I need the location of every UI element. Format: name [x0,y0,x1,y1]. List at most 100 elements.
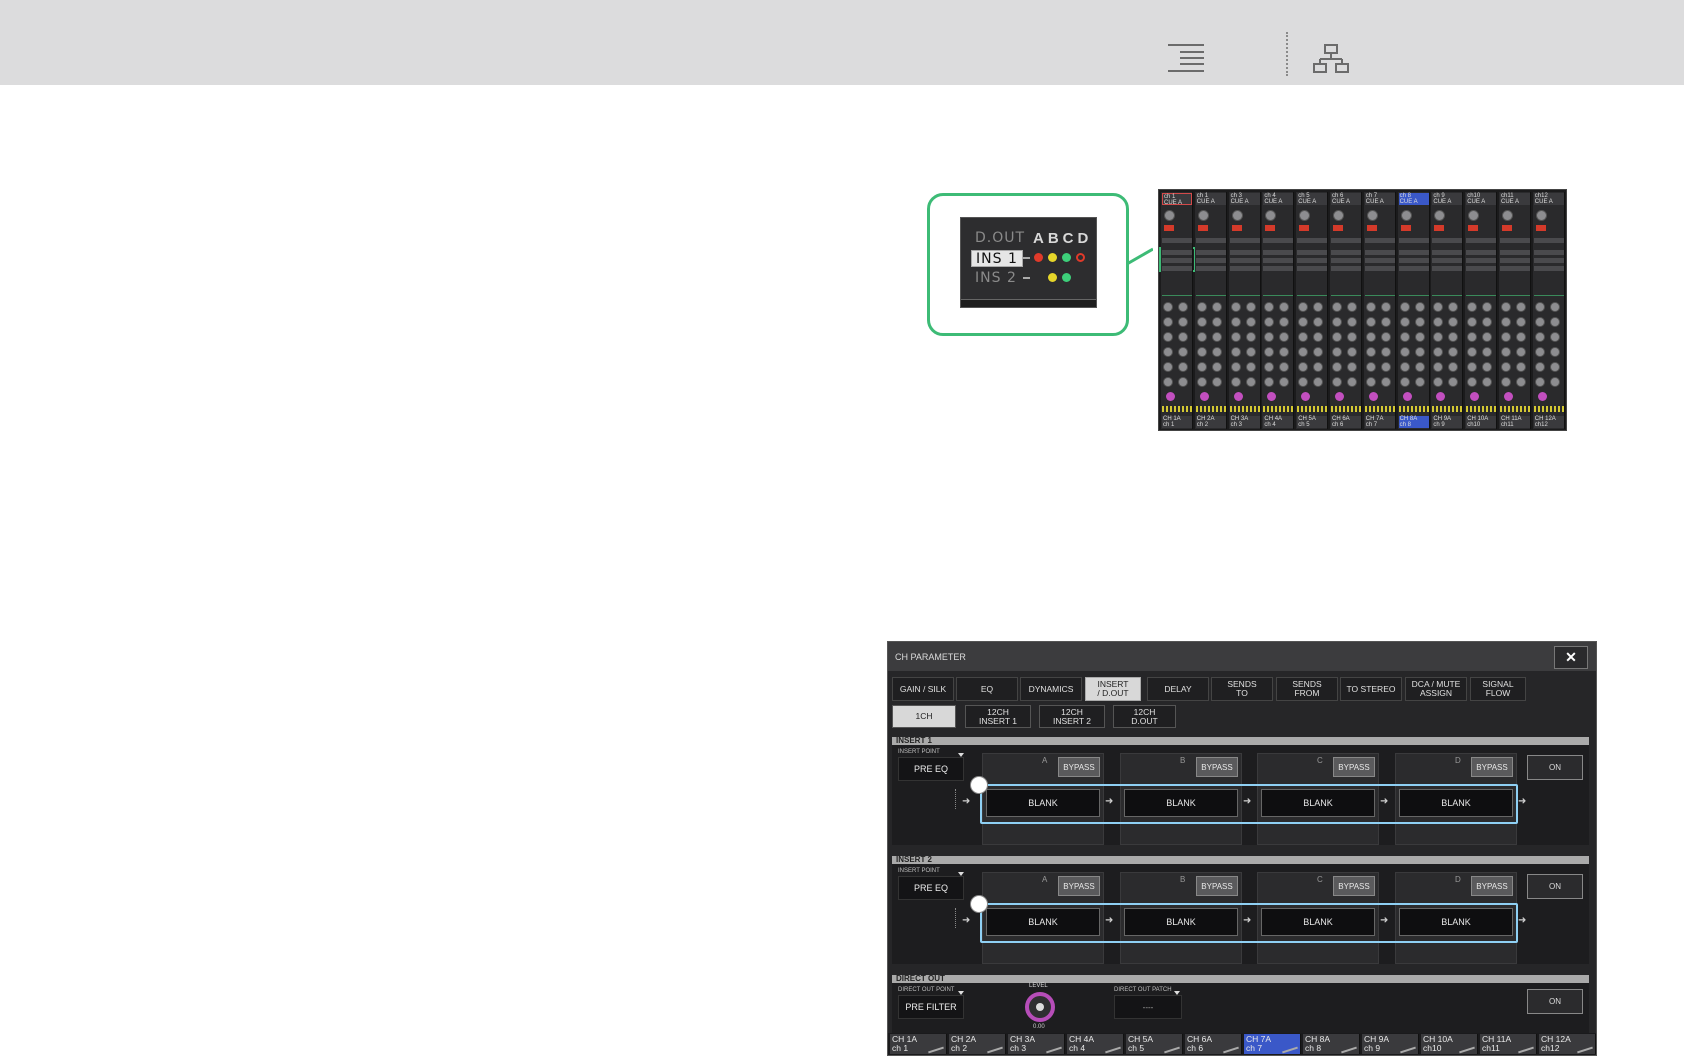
insert-indicator [1533,258,1564,263]
send-knob [1178,332,1188,342]
subtab-0[interactable]: 1CH [892,705,956,728]
mixer-strip[interactable]: ch 6 CUE A CH 6A ch 6 [1330,192,1362,429]
phantom-button [1299,225,1310,231]
mixer-strip[interactable]: ch10 CUE A CH 10A ch10 [1465,192,1498,429]
send-knob [1534,347,1545,357]
send-knob [1347,377,1357,387]
insert-point-button[interactable]: PRE EQ [898,876,964,900]
channel-select-4[interactable]: CH 4A ch 4 [1067,1034,1124,1054]
send-knob [1163,347,1173,357]
bypass-button[interactable]: BYPASS [1196,757,1238,777]
pan-knob [1436,392,1446,401]
channel-select-8[interactable]: CH 8A ch 8 [1303,1034,1360,1054]
send-knob [1196,317,1207,327]
channel-select-5[interactable]: CH 5A ch 5 [1126,1034,1183,1054]
table-of-contents-icon[interactable] [1168,44,1204,72]
bypass-button[interactable]: BYPASS [1333,757,1375,777]
channel-select-10[interactable]: CH 10A ch10 [1421,1034,1478,1054]
level-value: 0.00 [1033,1024,1045,1030]
input-mark [955,789,958,809]
mixer-strip[interactable]: ch 8 CUE A CH 8A ch 8 [1397,192,1430,429]
tab-5[interactable]: SENDS TO [1211,677,1273,701]
channel-select-12[interactable]: CH 12A ch12 [1539,1034,1596,1054]
channel-select-11[interactable]: CH 11A ch11 [1480,1034,1537,1054]
bypass-button[interactable]: BYPASS [1471,876,1513,896]
insert-indicator [1195,266,1226,271]
mixer-strip[interactable]: ch 7 CUE A CH 7A ch 7 [1363,192,1396,429]
strip-param [1364,238,1395,243]
level-meter [1500,406,1530,412]
insert-indicator [1398,250,1429,255]
hierarchy-icon[interactable] [1313,44,1349,74]
phantom-button [1434,225,1445,231]
bypass-button[interactable]: BYPASS [1196,876,1238,896]
bypass-button[interactable]: BYPASS [1471,757,1513,777]
tab-4[interactable]: DELAY [1147,677,1209,701]
channel-select-6[interactable]: CH 6A ch 6 [1185,1034,1242,1054]
send-knob [1332,302,1342,312]
mixer-strip[interactable]: ch 4 CUE A CH 4A ch 4 [1262,192,1295,429]
tab-6[interactable]: SENDS FROM [1276,677,1338,701]
mixer-strip[interactable]: ch 5 CUE A CH 5A ch 5 [1296,192,1329,429]
subtab-1[interactable]: 12CH INSERT 1 [965,705,1031,728]
mixer-strip[interactable]: ch 9 CUE A CH 9A ch 9 [1431,192,1464,429]
subtab-3[interactable]: 12CH D.OUT [1113,705,1176,728]
phantom-button [1400,225,1411,231]
insert-indicator [1500,258,1530,263]
gain-knob [1265,210,1277,221]
send-knob [1365,362,1376,372]
channel-select-3[interactable]: CH 3A ch 3 [1008,1034,1065,1054]
insert-indicator [1466,266,1497,271]
send-knob [1399,377,1410,387]
insert-on-button[interactable]: ON [1527,755,1583,780]
tab-3[interactable]: INSERT / D.OUT [1085,677,1141,701]
send-knob [1433,362,1444,372]
direct-out-patch-button[interactable]: ---- [1114,995,1182,1019]
mixer-strip[interactable]: ch 1 CUE A CH 2A ch 2 [1194,192,1227,429]
mixer-strip[interactable]: ch 1 CUE A CH 1A ch 1 [1161,192,1193,429]
close-button[interactable]: ✕ [1554,646,1588,669]
tab-8[interactable]: DCA / MUTE ASSIGN [1405,677,1467,701]
tab-9[interactable]: SIGNAL FLOW [1470,677,1526,701]
send-knob [1380,302,1391,312]
channel-select-1[interactable]: CH 1A ch 1 [890,1034,947,1054]
send-knob [1163,317,1173,327]
subtab-2[interactable]: 12CH INSERT 2 [1039,705,1105,728]
send-knob [1163,362,1173,372]
gain-knob [1535,210,1547,221]
slot-letter: D [1455,875,1461,884]
signal-arrow-icon: ➜ [1518,915,1527,926]
tab-0[interactable]: GAIN / SILK [892,677,954,701]
send-knob [1245,347,1256,357]
channel-select-2[interactable]: CH 2A ch 2 [949,1034,1006,1054]
insert-point-button[interactable]: PRE EQ [898,757,964,781]
tab-7[interactable]: TO STEREO [1340,677,1402,701]
send-knob [1399,302,1410,312]
direct-out-on-button[interactable]: ON [1527,989,1583,1014]
channel-select-7[interactable]: CH 7A ch 7 [1244,1034,1301,1054]
tab-1[interactable]: EQ [956,677,1018,701]
mixer-strip[interactable]: ch12 CUE A CH 12A ch12 [1532,192,1565,429]
send-knob [1298,332,1309,342]
direct-out-point-button[interactable]: PRE FILTER [898,995,964,1019]
tab-2[interactable]: DYNAMICS [1020,677,1082,701]
send-knob [1178,362,1188,372]
level-knob[interactable] [1025,992,1055,1022]
send-knob [1534,332,1545,342]
send-knob [1245,317,1256,327]
mixer-strip[interactable]: ch11 CUE A CH 11A ch11 [1499,192,1531,429]
strip-header: ch 7 CUE A [1364,193,1395,205]
send-knob [1365,302,1376,312]
bypass-button[interactable]: BYPASS [1333,876,1375,896]
send-knob [1380,362,1391,372]
eq-graph [1398,280,1429,296]
channel-select-9[interactable]: CH 9A ch 9 [1362,1034,1419,1054]
bypass-button[interactable]: BYPASS [1058,876,1100,896]
gain-knob [1366,210,1378,221]
mixer-strip[interactable]: ch 3 CUE A CH 3A ch 3 [1228,192,1261,429]
send-knob [1549,377,1560,387]
section-header [892,975,1589,983]
bypass-button[interactable]: BYPASS [1058,757,1100,777]
insert-on-button[interactable]: ON [1527,874,1583,899]
send-knob [1501,362,1511,372]
